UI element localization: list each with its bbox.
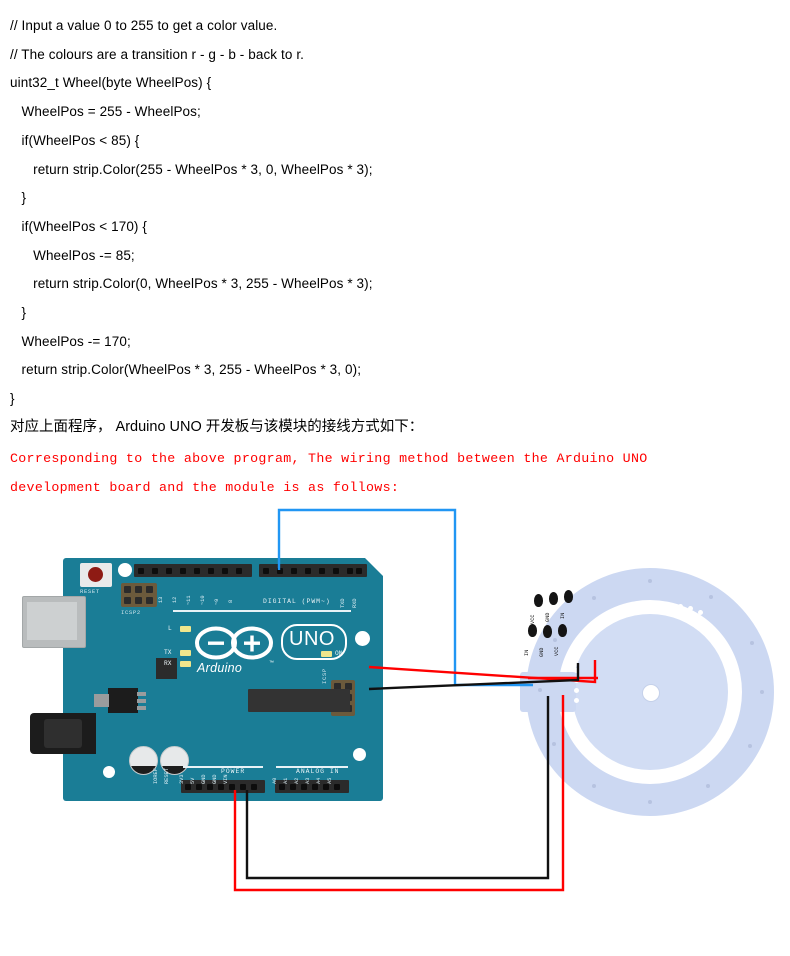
caption-english: Corresponding to the above program, The …: [10, 444, 780, 502]
code-line: if(WheelPos < 170) {: [10, 218, 147, 234]
code-line: }: [10, 305, 27, 321]
code-line: WheelPos -= 85;: [10, 247, 135, 263]
code-line: return strip.Color(255 - WheelPos * 3, 0…: [10, 161, 373, 177]
caption-english-line2: development board and the module is as f…: [10, 480, 400, 495]
wiring-diagram: VCC GND IN IN GND VCC RESET 13 12 ~11 ~1…: [0, 500, 790, 956]
code-line: return strip.Color(WheelPos * 3, 255 - W…: [10, 362, 362, 378]
code-line: if(WheelPos < 85) {: [10, 132, 140, 148]
code-line: // Input a value 0 to 255 to get a color…: [10, 18, 278, 33]
code-line: return strip.Color(0, WheelPos * 3, 255 …: [10, 276, 373, 292]
code-line: }: [10, 190, 27, 206]
ground-wire-icsp: [368, 663, 580, 691]
caption-english-line1: Corresponding to the above program, The …: [10, 451, 648, 466]
source-code-block: // Input a value 0 to 255 to get a color…: [10, 12, 630, 414]
power-wire-5v: [233, 695, 565, 892]
code-line: }: [10, 391, 15, 407]
wire-layer: [233, 508, 598, 892]
code-line: WheelPos -= 170;: [10, 333, 131, 349]
signal-wire: [277, 508, 533, 687]
caption-chinese: 对应上面程序， Arduino UNO 开发板与该模块的接线方式如下：: [10, 419, 424, 435]
code-line: uint32_t Wheel(byte WheelPos) {: [10, 75, 212, 91]
ground-wire-gnd: [245, 696, 550, 880]
code-line: // The colours are a transition r - g - …: [10, 46, 305, 62]
code-line: WheelPos = 255 - WheelPos;: [10, 104, 201, 120]
